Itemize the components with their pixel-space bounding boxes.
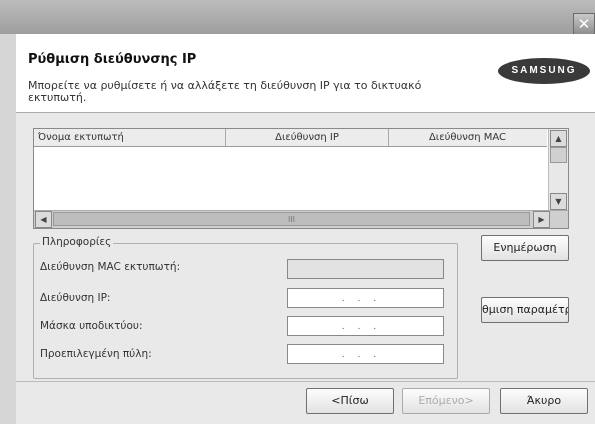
cancel-button[interactable]: Άκυρο <box>500 388 588 414</box>
ip-address-label: Διεύθυνση IP: <box>40 292 111 304</box>
chevron-left-icon: ◀ <box>40 215 47 224</box>
ip-settings-dialog: ✕ Ρύθμιση διεύθυνσης IP Μπορείτε να ρυθμ… <box>0 0 595 424</box>
chevron-down-icon: ▼ <box>555 197 562 206</box>
information-group: Πληροφορίες Διεύθυνση MAC εκτυπωτή: Διεύ… <box>33 236 458 379</box>
next-button[interactable]: Επόμενο> <box>402 388 490 414</box>
chevron-up-icon: ▲ <box>555 134 562 143</box>
column-printer-name[interactable]: Όνομα εκτυπωτή <box>34 129 226 146</box>
information-group-label: Πληροφορίες <box>40 236 114 248</box>
header-divider <box>16 112 595 113</box>
chevron-right-icon: ▶ <box>538 215 545 224</box>
printer-list[interactable]: Όνομα εκτυπωτή Διεύθυνση IP Διεύθυνση MA… <box>33 128 569 229</box>
ip-address-field[interactable]: ... <box>287 288 444 308</box>
close-icon: ✕ <box>577 15 591 33</box>
subnet-mask-field[interactable]: ... <box>287 316 444 336</box>
page-title: Ρύθμιση διεύθυνσης IP <box>28 52 197 67</box>
header-panel: Ρύθμιση διεύθυνσης IP Μπορείτε να ρυθμίσ… <box>16 34 595 112</box>
subnet-mask-label: Μάσκα υποδικτύου: <box>40 320 143 332</box>
scroll-down-button[interactable]: ▼ <box>550 193 567 210</box>
printer-list-header: Όνομα εκτυπωτή Διεύθυνση IP Διεύθυνση MA… <box>34 129 547 147</box>
vertical-scrollbar[interactable]: ▲ ▼ <box>548 129 568 210</box>
column-mac-address[interactable]: Διεύθυνση MAC <box>388 129 547 146</box>
mac-address-field <box>287 259 444 279</box>
left-side-strip <box>0 34 16 424</box>
samsung-logo: SAMSUNG <box>498 58 590 84</box>
default-gateway-label: Προεπιλεγμένη πύλη: <box>40 348 152 360</box>
mac-address-label: Διεύθυνση MAC εκτυπωτή: <box>40 261 181 273</box>
back-button[interactable]: <Πίσω <box>306 388 394 414</box>
horizontal-scroll-thumb[interactable]: III <box>53 212 530 226</box>
column-ip-address[interactable]: Διεύθυνση IP <box>226 129 389 146</box>
horizontal-scrollbar[interactable]: ◀ III ▶ <box>34 210 568 228</box>
default-gateway-field[interactable]: ... <box>287 344 444 364</box>
page-description: Μπορείτε να ρυθμίσετε ή να αλλάξετε τη δ… <box>28 79 422 104</box>
title-bar: ✕ <box>0 0 595 35</box>
scroll-up-button[interactable]: ▲ <box>550 130 567 147</box>
vertical-scroll-thumb[interactable] <box>550 147 567 163</box>
scroll-left-button[interactable]: ◀ <box>35 211 52 228</box>
scroll-grip-icon: III <box>287 215 296 224</box>
close-button[interactable]: ✕ <box>573 13 595 35</box>
refresh-button[interactable]: Ενημέρωση <box>481 235 569 261</box>
scroll-right-button[interactable]: ▶ <box>533 211 550 228</box>
footer-divider <box>16 381 595 382</box>
configure-button[interactable]: θμιση παραμέτρ <box>481 297 569 323</box>
